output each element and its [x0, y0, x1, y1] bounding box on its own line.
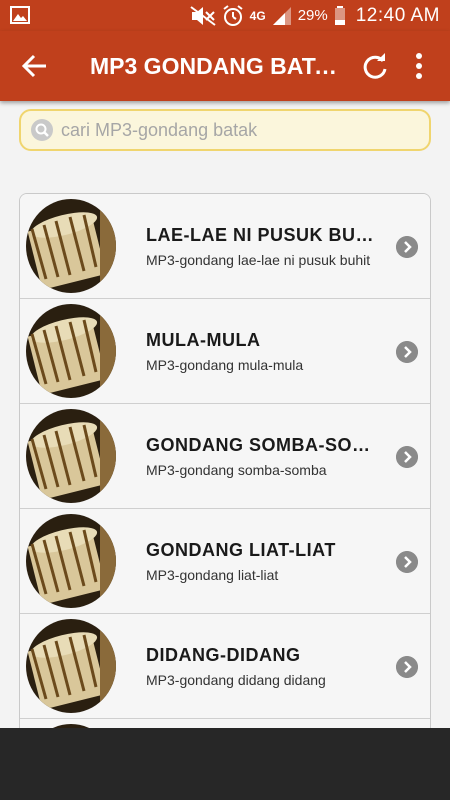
arrow-back-icon[interactable] [20, 51, 50, 81]
chevron-right-icon[interactable] [396, 656, 418, 678]
song-list: LAE-LAE NI PUSUK BUHIT MP3-gondang lae-l… [19, 193, 431, 753]
chevron-right-icon[interactable] [396, 341, 418, 363]
more-vert-icon[interactable] [408, 51, 430, 81]
refresh-icon[interactable] [361, 53, 389, 81]
gondang-drum-thumbnail [26, 409, 116, 503]
clock: 12:40 AM [355, 4, 440, 26]
signal-icon [272, 6, 291, 25]
item-title: GONDANG SOMBA-SOMBA [146, 435, 381, 455]
item-subtitle: MP3-gondang liat-liat [146, 567, 279, 583]
item-title: MULA-MULA [146, 330, 261, 350]
search-input[interactable] [59, 118, 403, 142]
system-navigation-bar [0, 728, 450, 800]
item-title: GONDANG LIAT-LIAT [146, 540, 336, 560]
item-subtitle: MP3-gondang mula-mula [146, 357, 304, 373]
alarm-icon [223, 4, 243, 26]
chevron-right-icon[interactable] [396, 551, 418, 573]
list-item[interactable]: MULA-MULA MP3-gondang mula-mula [20, 299, 430, 404]
list-item[interactable]: DIDANG-DIDANG MP3-gondang didang didang [20, 614, 430, 719]
item-title: DIDANG-DIDANG [146, 645, 301, 665]
list-item[interactable]: GONDANG LIAT-LIAT MP3-gondang liat-liat [20, 509, 430, 614]
search-bar[interactable] [19, 109, 431, 151]
gondang-drum-thumbnail [26, 304, 116, 398]
gallery-notification-icon [10, 6, 30, 24]
item-subtitle: MP3-gondang didang didang [146, 672, 326, 688]
mute-icon [190, 5, 216, 26]
battery-icon [334, 5, 345, 25]
chevron-right-icon[interactable] [396, 446, 418, 468]
gondang-drum-thumbnail [26, 619, 116, 713]
network-type: 4G [249, 8, 266, 23]
chevron-right-icon[interactable] [396, 236, 418, 258]
gondang-drum-thumbnail [26, 514, 116, 608]
status-bar: 4G 29% 12:40 AM [0, 0, 450, 31]
list-item[interactable]: LAE-LAE NI PUSUK BUHIT MP3-gondang lae-l… [20, 194, 430, 299]
gondang-drum-thumbnail [26, 199, 116, 293]
app-bar: MP3 GONDANG BATAK [0, 31, 450, 101]
page-title: MP3 GONDANG BATAK [90, 53, 340, 79]
battery-percent: 29% [297, 7, 328, 24]
item-subtitle: MP3-gondang lae-lae ni pusuk buhit [146, 252, 371, 268]
item-subtitle: MP3-gondang somba-somba [146, 462, 327, 478]
search-icon [31, 119, 53, 141]
list-item[interactable]: GONDANG SOMBA-SOMBA MP3-gondang somba-so… [20, 404, 430, 509]
item-title: LAE-LAE NI PUSUK BUHIT [146, 225, 381, 245]
